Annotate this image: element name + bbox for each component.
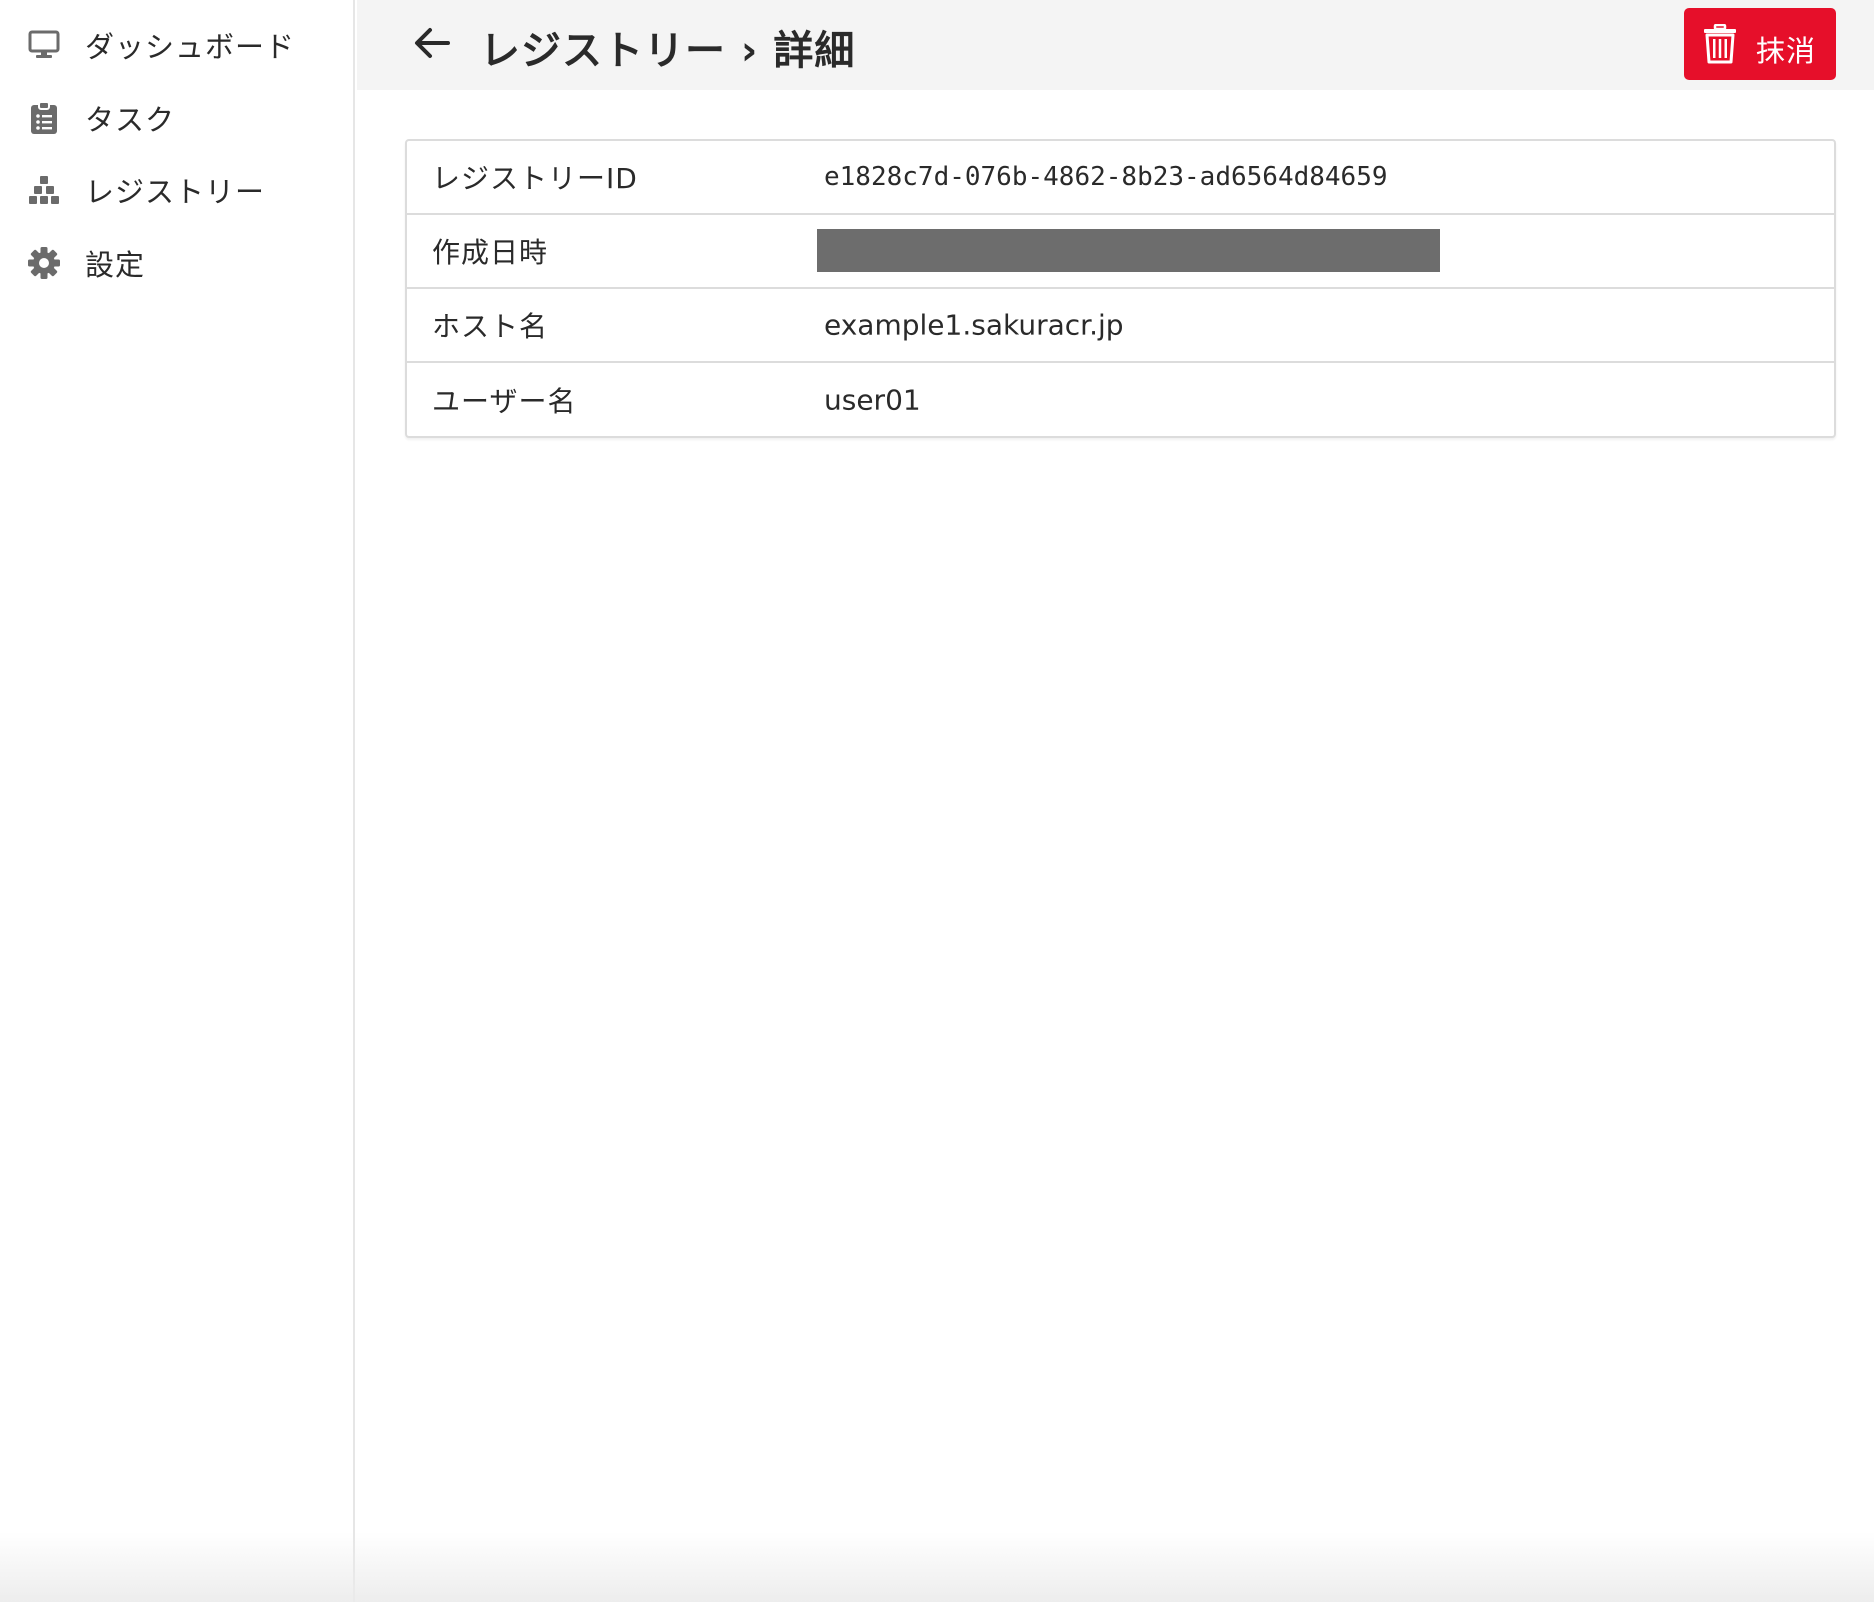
back-button[interactable]	[407, 20, 457, 70]
app-root: ダッシュボード タスク レジストリー 設定 レジストリー › 詳細 抹消 レジス…	[0, 0, 1874, 1602]
monitor-icon	[26, 27, 62, 63]
sidebar-item-settings[interactable]: 設定	[0, 228, 353, 298]
hostname-value: example1.sakuracr.jp	[824, 308, 1124, 342]
sidebar-item-tasks[interactable]: タスク	[0, 83, 353, 153]
arrow-left-icon	[413, 26, 451, 64]
gear-icon	[26, 245, 62, 281]
sidebar-item-label: 設定	[85, 248, 146, 282]
sidebar: ダッシュボード タスク レジストリー 設定	[0, 0, 355, 1602]
row-key: 作成日時	[432, 236, 549, 269]
table-row: ユーザー名 user01	[407, 363, 1834, 436]
row-key: ユーザー名	[432, 385, 577, 418]
row-key: ホスト名	[432, 310, 549, 343]
delete-button[interactable]: 抹消	[1684, 8, 1836, 80]
page-title: レジストリー › 詳細	[480, 28, 856, 74]
sidebar-item-dashboard[interactable]: ダッシュボード	[0, 10, 353, 80]
registry-id-value: e1828c7d-076b-4862-8b23-ad6564d84659	[824, 162, 1388, 192]
sidebar-item-label: レジストリー	[85, 175, 266, 209]
registry-icon	[26, 172, 62, 208]
table-row: レジストリーID e1828c7d-076b-4862-8b23-ad6564d…	[407, 141, 1834, 215]
redacted-created-at	[817, 229, 1440, 272]
registry-detail-table: レジストリーID e1828c7d-076b-4862-8b23-ad6564d…	[405, 139, 1836, 438]
clipboard-icon	[26, 100, 62, 136]
username-value: user01	[824, 383, 921, 417]
page-header: レジストリー › 詳細	[357, 0, 1874, 90]
trash-icon	[1702, 23, 1738, 64]
table-row: 作成日時	[407, 215, 1834, 289]
table-row: ホスト名 example1.sakuracr.jp	[407, 289, 1834, 363]
sidebar-item-registry[interactable]: レジストリー	[0, 155, 353, 225]
delete-button-label: 抹消	[1756, 34, 1817, 68]
row-key: レジストリーID	[432, 162, 638, 195]
sidebar-item-label: ダッシュボード	[85, 30, 296, 64]
sidebar-item-label: タスク	[85, 103, 176, 137]
